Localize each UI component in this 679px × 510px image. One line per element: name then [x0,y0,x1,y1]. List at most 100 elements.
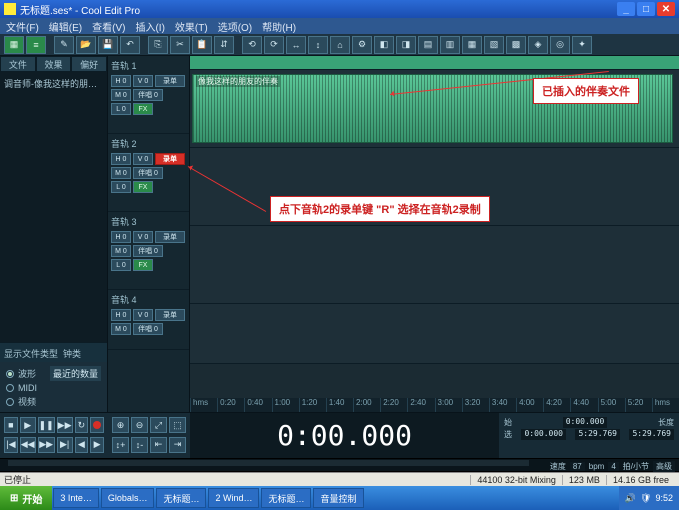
toolbar-open-button[interactable]: 📂 [76,36,96,54]
zoom-sel-button[interactable]: ⬚ [169,417,186,433]
rewind-button[interactable]: ◀◀ [20,437,36,453]
tk-acc[interactable]: 伴唱 0 [133,167,163,179]
next-marker-button[interactable]: ▶ [90,437,104,453]
track-lane-3[interactable] [190,226,679,304]
tk-rec[interactable]: 录单 [155,75,185,87]
pos-value[interactable]: 0:00.000 [563,417,608,428]
menu-insert[interactable]: 插入(I) [135,19,164,34]
track-name[interactable]: 音轨 1 [111,59,186,72]
sel-start-value[interactable]: 0:00.000 [521,429,566,440]
tray-icon[interactable]: 🛡 [640,493,651,504]
menu-view[interactable]: 查看(V) [92,19,125,34]
overview-strip[interactable] [190,56,679,70]
taskbar-item[interactable]: 2 Wind… [208,488,259,508]
tk-h[interactable]: H 0 [111,75,131,87]
track-name[interactable]: 音轨 4 [111,293,186,306]
toolbar-btn-c[interactable]: ↔ [286,36,306,54]
minimize-button[interactable]: _ [617,2,635,16]
taskbar-item[interactable]: 3 Inte… [53,488,99,508]
tk-m[interactable]: M 0 [111,89,131,101]
toolbar-btn-i[interactable]: ▤ [418,36,438,54]
toolbar-mix-button[interactable]: ⇵ [214,36,234,54]
time-ruler[interactable]: hms0:200:401:001:201:402:002:202:403:003… [190,398,679,412]
tk-v[interactable]: V 0 [133,309,153,321]
system-tray[interactable]: 🔊 🛡 9:52 [619,486,679,510]
tk-acc[interactable]: 伴唱 0 [133,245,163,257]
tk-m[interactable]: M 0 [111,323,131,335]
tk-l[interactable]: L 0 [111,103,131,115]
toolbar-btn-k[interactable]: ▦ [462,36,482,54]
len-value[interactable]: 5:29.769 [629,429,674,440]
toolbar-btn-h[interactable]: ◨ [396,36,416,54]
tk-h[interactable]: H 0 [111,153,131,165]
tk-fx[interactable]: FX [133,259,153,271]
recent-dropdown[interactable]: 最近的数量 [50,366,101,381]
tab-effects[interactable]: 效果 [36,56,72,72]
tk-rec-armed[interactable]: 录单 [155,153,185,165]
taskbar-item[interactable]: 无标题… [261,488,311,508]
stop-button[interactable]: ■ [4,417,18,433]
beats-field[interactable]: 4 [608,462,618,471]
track-lane-4[interactable] [190,304,679,364]
zoom-right-button[interactable]: ⇥ [169,437,186,453]
sel-end-value[interactable]: 5:29.769 [575,429,620,440]
menu-help[interactable]: 帮助(H) [262,19,296,34]
toolbar-paste-button[interactable]: 📋 [192,36,212,54]
file-list[interactable]: 调音师-像我这样的朋… [0,72,107,342]
toolbar-btn-n[interactable]: ◈ [528,36,548,54]
tk-v[interactable]: V 0 [133,75,153,87]
tk-acc[interactable]: 伴唱 0 [133,323,163,335]
taskbar-item[interactable]: Globals… [101,488,155,508]
goto-end-button[interactable]: ▶| [57,437,73,453]
tk-m[interactable]: M 0 [111,167,131,179]
tray-icon[interactable]: 🔊 [625,493,636,504]
toolbar-copy-button[interactable]: ⎘ [148,36,168,54]
play-loop-button[interactable]: ▶▶ [57,417,73,433]
tab-files[interactable]: 文件 [0,56,36,72]
tab-prefs[interactable]: 偏好 [71,56,107,72]
tk-l[interactable]: L 0 [111,181,131,193]
radio-midi[interactable] [6,384,14,392]
advanced-button[interactable]: 高级 [653,461,675,472]
menu-edit[interactable]: 编辑(E) [49,19,82,34]
loop-button[interactable]: ↻ [75,417,89,433]
goto-start-button[interactable]: |◀ [4,437,18,453]
zoom-full-button[interactable]: ⤢ [150,417,167,433]
record-button[interactable] [90,417,104,433]
zoom-out-h-button[interactable]: ⊖ [131,417,148,433]
timeline-area[interactable]: 像我这样的朋友的伴奏 hms0:200:401:001:201:402:002:… [190,56,679,412]
close-button[interactable]: ✕ [657,2,675,16]
toolbar-btn-f[interactable]: ⚙ [352,36,372,54]
zoom-left-button[interactable]: ⇤ [150,437,167,453]
menu-file[interactable]: 文件(F) [6,19,39,34]
tk-h[interactable]: H 0 [111,231,131,243]
tk-fx[interactable]: FX [133,103,153,115]
maximize-button[interactable]: □ [637,2,655,16]
tk-acc[interactable]: 伴唱 0 [133,89,163,101]
mode-multitrack-button[interactable]: ≡ [26,36,46,54]
tk-rec[interactable]: 录单 [155,231,185,243]
tk-h[interactable]: H 0 [111,309,131,321]
zoom-out-v-button[interactable]: ↕- [131,437,148,453]
ffwd-button[interactable]: ▶▶ [38,437,55,453]
menu-effects[interactable]: 效果(T) [175,19,208,34]
taskbar-item[interactable]: 音量控制 [313,488,363,508]
menu-options[interactable]: 选项(O) [218,19,252,34]
bpm-field[interactable]: 87 [570,462,585,471]
tk-v[interactable]: V 0 [133,231,153,243]
toolbar-btn-o[interactable]: ◎ [550,36,570,54]
toolbar-btn-b[interactable]: ⟳ [264,36,284,54]
toolbar-btn-a[interactable]: ⟲ [242,36,262,54]
zoom-in-h-button[interactable]: ⊕ [112,417,129,433]
tk-fx[interactable]: FX [133,181,153,193]
toolbar-btn-j[interactable]: ▥ [440,36,460,54]
radio-video[interactable] [6,398,14,406]
play-button[interactable]: ▶ [20,417,36,433]
list-item[interactable]: 调音师-像我这样的朋… [4,76,103,91]
tk-v[interactable]: V 0 [133,153,153,165]
toolbar-undo-button[interactable]: ↶ [120,36,140,54]
tk-rec[interactable]: 录单 [155,309,185,321]
toolbar-btn-e[interactable]: ⌂ [330,36,350,54]
prev-marker-button[interactable]: ◀ [75,437,89,453]
toolbar-btn-g[interactable]: ◧ [374,36,394,54]
